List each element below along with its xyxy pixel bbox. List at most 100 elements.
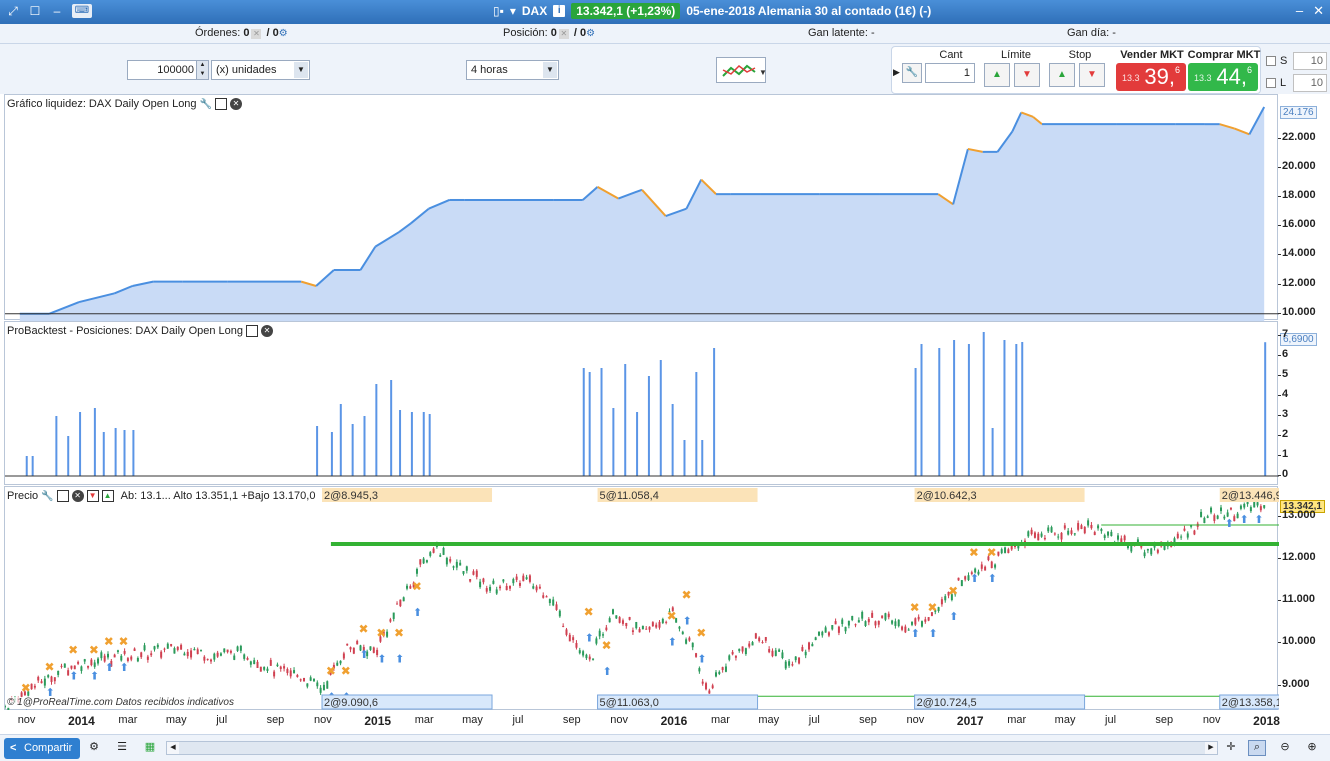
wrench-icon[interactable]: 🔧 [200, 99, 212, 110]
candle-body [1193, 530, 1196, 535]
candle-body [724, 666, 727, 672]
exit-marker-x: ✖ [681, 588, 691, 602]
zoom-box-icon[interactable]: ⌕ [1248, 740, 1266, 756]
maximize-icon[interactable] [56, 490, 69, 502]
s-value-input[interactable]: 10 [1293, 52, 1327, 70]
candle-body [592, 658, 595, 660]
candle-body [911, 622, 914, 625]
wrench-icon[interactable]: 🔧 [41, 491, 53, 502]
candle-body [509, 586, 512, 589]
trade-marker: ✖⬆ [358, 622, 368, 661]
exit-marker-x: ✖ [696, 626, 706, 640]
l-value-input[interactable]: 10 [1293, 74, 1327, 92]
candle-body [1007, 549, 1010, 554]
candle-body [143, 645, 146, 651]
trade-label-text: 2@8.945,3 [324, 490, 378, 502]
entry-marker-arrow: ⬆ [1254, 514, 1263, 526]
exit-marker-x: ✖ [358, 622, 368, 636]
limit-sell-icon[interactable]: ▼ [1014, 63, 1040, 87]
timeframe-select[interactable]: 4 horas ▼ [466, 60, 559, 80]
list-icon[interactable]: ☰ [113, 740, 131, 756]
info-icon[interactable]: i [553, 5, 566, 17]
posicion-group: Posición: 0 ✕ / 0⚙ [503, 27, 595, 39]
candle-body [1004, 547, 1007, 553]
bottom-toolbar: Compartir ⚙ ☰ ▦ ◀ ▶ ✛ ⌕ ⊖ ⊕ [0, 734, 1330, 761]
candle-body [1053, 533, 1056, 535]
quantity-stepper[interactable]: ▲ ▼ [196, 61, 208, 79]
candle-body [1107, 531, 1110, 536]
candle-body [608, 618, 611, 623]
dropdown-icon[interactable]: ▾ [510, 4, 516, 18]
time-scrollbar[interactable]: ◀ ▶ [166, 741, 1218, 755]
gear-icon[interactable]: ⚙ [279, 28, 288, 39]
candle-body [522, 575, 525, 582]
entry-marker-arrow: ⬆ [988, 573, 997, 585]
l-checkbox[interactable] [1266, 78, 1276, 89]
keyboard-icon[interactable]: ⌨ [72, 4, 92, 18]
candle-body [120, 655, 123, 661]
maximize-icon[interactable] [246, 325, 259, 337]
axis-tick-label: 12.000 [1278, 550, 1316, 563]
candle-body [116, 650, 119, 652]
unit-select[interactable]: (x) unidades ▼ [211, 60, 310, 80]
arrow-up-icon[interactable]: ▲ [101, 490, 114, 502]
zoom-in-icon[interactable]: ⊕ [1303, 740, 1321, 756]
buy-market-button[interactable]: 13.3 44,6 [1188, 63, 1258, 91]
candle-body [30, 683, 33, 690]
settings-icon[interactable]: ⚙ [85, 740, 103, 756]
position-bar [1015, 344, 1018, 476]
equity-title-text: Gráfico liquidez: DAX Daily Open Long [7, 98, 197, 110]
minimize-icon[interactable]: – [50, 4, 64, 18]
time-axis-label: sep [562, 714, 581, 726]
window-close-icon[interactable]: ✕ [1313, 3, 1324, 19]
crosshair-icon[interactable]: ✛ [1222, 740, 1240, 756]
close-icon[interactable]: ✕ [71, 490, 84, 502]
zoom-out-icon[interactable]: ⊖ [1276, 740, 1294, 756]
wrench-icon[interactable]: 🔧 [902, 63, 922, 83]
quantity-input[interactable]: 100000 ▲ ▼ [127, 60, 209, 80]
stop-buy-icon[interactable]: ▲ [1049, 63, 1075, 87]
link-icon[interactable]: ▯▪ [493, 4, 504, 18]
share-button[interactable]: Compartir [4, 738, 80, 759]
indicators-button[interactable]: ▼ [716, 57, 767, 83]
cant-input[interactable]: 1 [925, 63, 975, 83]
scroll-right-icon[interactable]: ▶ [1205, 742, 1217, 754]
restore-icon[interactable]: ☐ [28, 4, 42, 18]
l-label: L [1280, 77, 1287, 89]
gear-icon[interactable]: ⚙ [586, 28, 595, 39]
candle-body [442, 547, 445, 555]
maximize-icon[interactable] [215, 98, 227, 110]
window-minimize-icon[interactable]: – [1296, 3, 1303, 19]
candle-body [106, 653, 109, 658]
account-info-bar: Órdenes: 0 ✕ / 0⚙ Posición: 0 ✕ / 0⚙ Gan l… [0, 24, 1330, 44]
entry-marker-arrow: ⬆ [69, 670, 78, 682]
expand-icon[interactable]: ⤢ [6, 4, 20, 18]
candle-body [1239, 505, 1242, 509]
collapse-icon[interactable]: ▶ [893, 67, 900, 78]
candle-body [150, 653, 153, 656]
position-bar [1021, 342, 1024, 476]
arrow-down-icon[interactable]: ▼ [86, 490, 99, 502]
candle-body [512, 579, 515, 584]
candle-body [449, 559, 452, 562]
scroll-left-icon[interactable]: ◀ [167, 742, 179, 754]
candle-body [495, 589, 498, 594]
position-bar [339, 404, 342, 476]
title-bar: ⤢ ☐ – ⌨ ▯▪ ▾ DAX i 13.342,1 (+1,23%) 05-… [0, 0, 1330, 24]
candle-body [994, 564, 997, 568]
stop-sell-icon[interactable]: ▼ [1079, 63, 1105, 87]
s-checkbox[interactable] [1266, 56, 1276, 67]
table-icon[interactable]: ▦ [141, 740, 159, 756]
cancel-icon[interactable]: ✕ [251, 29, 262, 39]
symbol-label[interactable]: DAX [522, 4, 547, 18]
equity-panel-title: Gráfico liquidez: DAX Daily Open Long 🔧 … [7, 97, 246, 111]
position-bar [330, 432, 333, 476]
candle-body [708, 690, 711, 694]
position-bar [375, 384, 378, 476]
limit-buy-icon[interactable]: ▲ [984, 63, 1010, 87]
close-icon[interactable]: ✕ [230, 98, 242, 110]
close-position-icon[interactable]: ✕ [558, 29, 569, 39]
close-icon[interactable]: ✕ [261, 325, 274, 337]
sell-market-button[interactable]: 13.3 39,6 [1116, 63, 1186, 91]
candle-body [1256, 502, 1259, 506]
